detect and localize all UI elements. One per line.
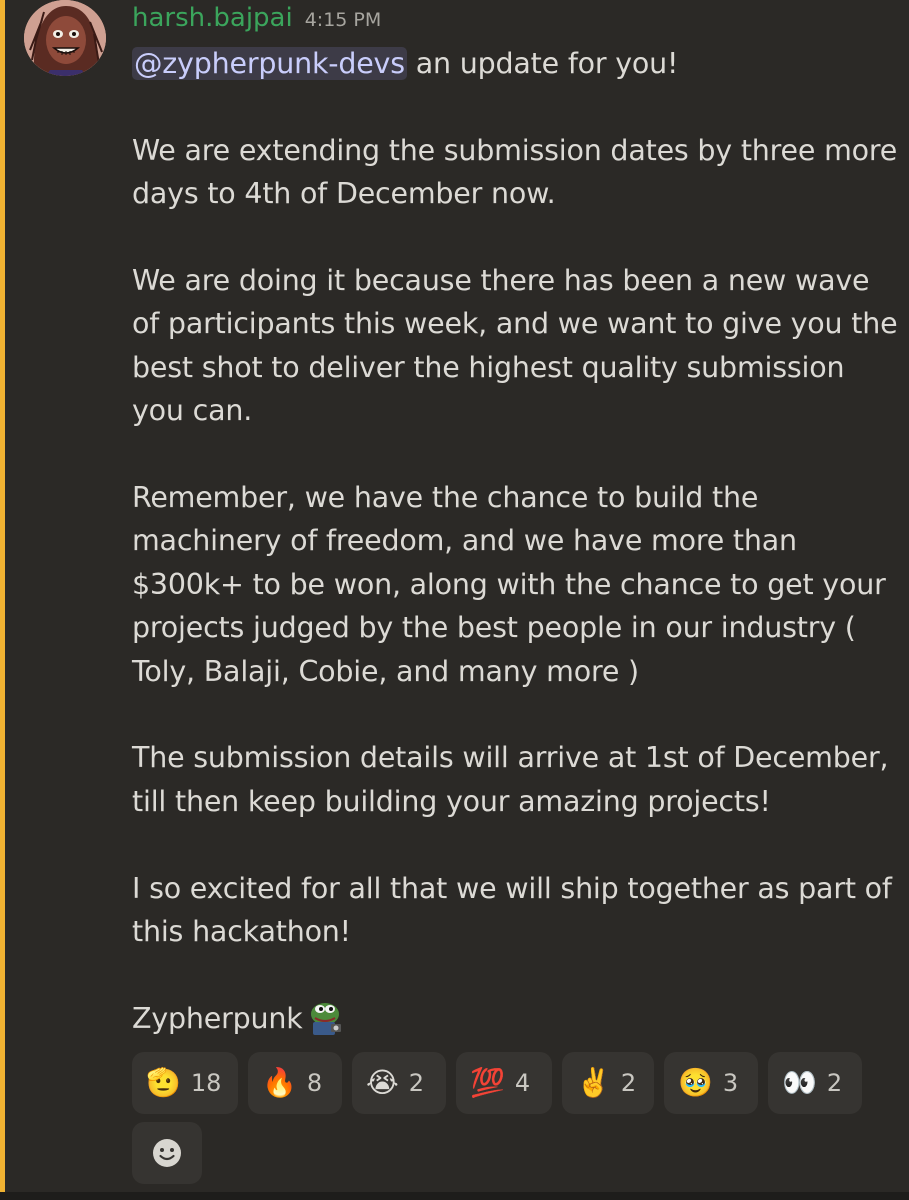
message-header: harsh.bajpai 4:15 PM: [132, 0, 381, 36]
reaction-hundred-points[interactable]: 💯 4: [456, 1052, 552, 1114]
author-name[interactable]: harsh.bajpai: [132, 3, 293, 33]
victory-hand-icon: ✌️: [576, 1066, 611, 1099]
message-paragraph: The submission details will arrive at 1s…: [132, 741, 889, 818]
reaction-holding-back-tears[interactable]: 🥹 3: [664, 1052, 758, 1114]
reaction-fire[interactable]: 🔥 8: [248, 1052, 342, 1114]
message-timestamp[interactable]: 4:15 PM: [305, 9, 382, 31]
reaction-count: 8: [306, 1069, 323, 1097]
avatar[interactable]: [24, 0, 106, 76]
bottom-divider: [0, 1192, 909, 1200]
chat-message: harsh.bajpai 4:15 PM @zypherpunk-devs an…: [0, 0, 909, 1200]
message-paragraph: We are doing it because there has been a…: [132, 264, 898, 428]
eyes-icon: 👀: [782, 1066, 817, 1099]
reaction-eyes[interactable]: 👀 2: [768, 1052, 862, 1114]
signature-text: Zypherpunk: [132, 1001, 303, 1035]
message-content: @zypherpunk-devs an update for you! We a…: [132, 42, 902, 1040]
add-reaction-icon: [153, 1139, 181, 1167]
message-first-line: @zypherpunk-devs an update for you!: [132, 42, 902, 85]
user-mention[interactable]: @zypherpunk-devs: [132, 47, 407, 80]
first-line-text: an update for you!: [406, 47, 679, 80]
reaction-count: 2: [826, 1069, 843, 1097]
reaction-count: 3: [722, 1069, 739, 1097]
message-paragraph: Remember, we have the chance to build th…: [132, 481, 886, 688]
message-paragraph: I so excited for all that we will ship t…: [132, 871, 892, 949]
reaction-count: 2: [408, 1069, 424, 1097]
message-paragraph: We are extending the submission dates by…: [132, 133, 898, 211]
reaction-victory-hand[interactable]: ✌️ 2: [562, 1052, 654, 1114]
pepe-emoji-icon: [303, 998, 345, 1036]
reaction-count: 18: [190, 1069, 222, 1097]
hundred-points-icon: 💯: [470, 1066, 505, 1099]
add-reaction-button[interactable]: [132, 1122, 202, 1184]
reaction-saluting-face[interactable]: 🫡 18: [132, 1052, 238, 1114]
fire-icon: 🔥: [262, 1066, 297, 1099]
holding-back-tears-icon: 🥹: [678, 1066, 713, 1099]
reaction-crying-face[interactable]: 😭 2: [352, 1052, 446, 1114]
crying-face-icon: 😭: [366, 1066, 399, 1099]
reaction-count: 2: [620, 1069, 637, 1097]
avatar-illustration: [24, 0, 106, 76]
message-signature: Zypherpunk: [132, 997, 902, 1040]
saluting-face-icon: 🫡: [146, 1066, 181, 1099]
reaction-count: 4: [514, 1069, 531, 1097]
